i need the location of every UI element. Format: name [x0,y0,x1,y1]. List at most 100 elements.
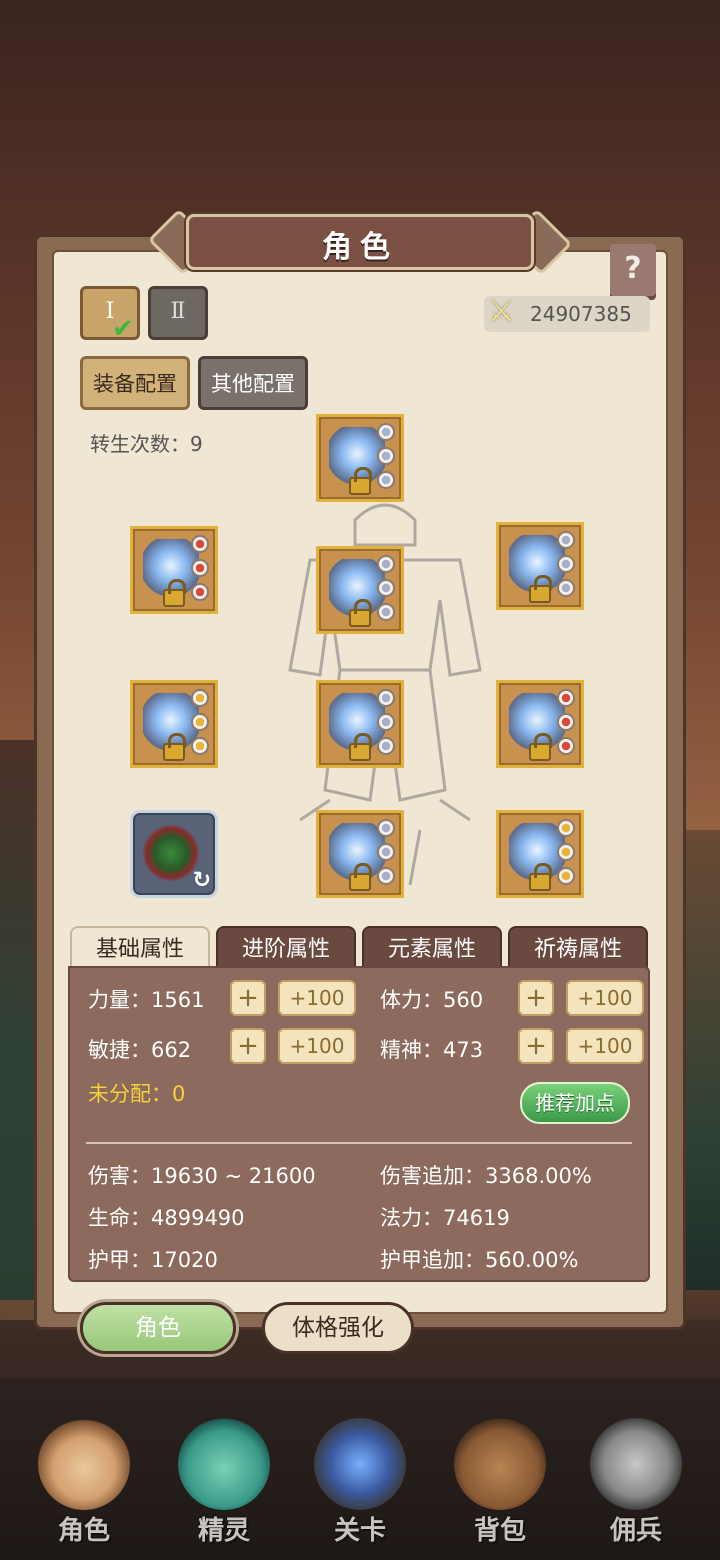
nav-stage[interactable]: 关卡 [300,1410,420,1550]
wings-slot[interactable] [496,680,584,768]
nav-label: 角色 [57,1516,110,1546]
life-stat: 生命：4899490 [88,1206,245,1230]
lock-icon [529,575,552,603]
agility-plus-button[interactable]: + [230,1028,266,1064]
gem-icon [557,555,575,573]
stats-divider [86,1142,632,1144]
belt-slot[interactable] [316,680,404,768]
gloves-slot[interactable] [496,522,584,610]
tab-advanced-attributes[interactable]: 进阶属性 [216,926,356,970]
gem-icon [377,471,395,489]
gem-icon [557,579,575,597]
crossed-swords-icon: ⚔ [488,294,515,329]
gem-icon [191,737,209,755]
gem-icon [377,603,395,621]
unallocated-points: 未分配：0 [88,1082,186,1106]
spirit-stat: 精神：473 [380,1038,484,1062]
gem-icon [377,423,395,441]
tab-basic-attributes[interactable]: 基础属性 [70,926,210,970]
amulet-slot[interactable] [130,680,218,768]
gem-icon [377,737,395,755]
lock-icon [529,863,552,891]
checkmark-icon: ✔ [112,314,134,344]
costume-slot[interactable]: ↻ [130,810,218,898]
gem-icon [557,531,575,549]
lock-icon [349,863,372,891]
gem-icon [377,689,395,707]
gem-icon [191,583,209,601]
boots-slot[interactable] [316,810,404,898]
gem-icon [377,579,395,597]
gem-icon [557,819,575,837]
page-title: 角色 [322,230,398,265]
combat-power-badge: ⚔ 24907385 [484,294,650,332]
slime-pet-icon [178,1418,270,1510]
knight-helmet-icon [590,1418,682,1510]
damage-stat: 伤害：19630 ~ 21600 [88,1164,316,1188]
help-icon[interactable]: ? [610,244,656,296]
gem-icon [377,819,395,837]
gem-icon [377,713,395,731]
stamina-plus-button[interactable]: + [518,980,554,1016]
other-config-tab[interactable]: 其他配置 [198,356,308,410]
costume-icon [143,823,199,883]
gem-icon [191,559,209,577]
lock-icon [163,733,186,761]
backpack-icon [454,1418,546,1510]
lock-icon [163,579,186,607]
lock-icon [349,599,372,627]
spirit-plus100-button[interactable]: +100 [566,1028,644,1064]
helmet-slot[interactable] [316,414,404,502]
stamina-stat: 体力：560 [380,988,484,1012]
nav-label: 佣兵 [609,1516,662,1546]
lock-icon [349,467,372,495]
damage-bonus-stat: 伤害追加：3368.00% [380,1164,592,1188]
nav-role[interactable]: 角色 [24,1410,144,1550]
physique-enhance-button[interactable]: 体格强化 [262,1302,414,1354]
character-sub-button[interactable]: 角色 [80,1302,236,1354]
skull-gate-icon [314,1418,406,1510]
stamina-plus100-button[interactable]: +100 [566,980,644,1016]
nav-spirit[interactable]: 精灵 [164,1410,284,1550]
armor-slot[interactable] [316,546,404,634]
title-banner: 角色 [140,208,580,276]
armor-stat: 护甲：17020 [88,1248,218,1272]
gem-icon [377,447,395,465]
agility-stat: 敏捷：662 [88,1038,192,1062]
combat-power-value: 24907385 [530,302,632,326]
weapon-slot[interactable] [130,526,218,614]
character-portrait-icon [38,1418,130,1510]
gem-icon [377,867,395,885]
swap-icon[interactable]: ↻ [193,868,211,893]
gem-icon [557,737,575,755]
recommend-points-button[interactable]: 推荐加点 [520,1082,630,1124]
nav-bag[interactable]: 背包 [440,1410,560,1550]
gem-icon [191,689,209,707]
strength-plus-button[interactable]: + [230,980,266,1016]
nav-mercenary[interactable]: 佣兵 [576,1410,696,1550]
gem-icon [191,713,209,731]
tab-element-attributes[interactable]: 元素属性 [362,926,502,970]
rebirth-count: 转生次数：9 [90,432,203,456]
nav-label: 背包 [473,1516,526,1546]
tab-prayer-attributes[interactable]: 祈祷属性 [508,926,648,970]
spirit-plus-button[interactable]: + [518,1028,554,1064]
gem-icon [377,843,395,861]
armor-bonus-stat: 护甲追加：560.00% [380,1248,579,1272]
strength-stat: 力量：1561 [88,988,205,1012]
gem-icon [557,867,575,885]
strength-plus100-button[interactable]: +100 [278,980,356,1016]
nav-label: 关卡 [333,1516,386,1546]
gem-icon [557,713,575,731]
nav-label: 精灵 [197,1516,250,1546]
equipment-config-tab[interactable]: 装备配置 [80,356,190,410]
gem-icon [557,843,575,861]
gem-icon [191,535,209,553]
tier-2-button[interactable]: Ⅱ [148,286,208,340]
shield-slot[interactable] [496,810,584,898]
agility-plus100-button[interactable]: +100 [278,1028,356,1064]
lock-icon [529,733,552,761]
lock-icon [349,733,372,761]
gem-icon [557,689,575,707]
mana-stat: 法力：74619 [380,1206,510,1230]
